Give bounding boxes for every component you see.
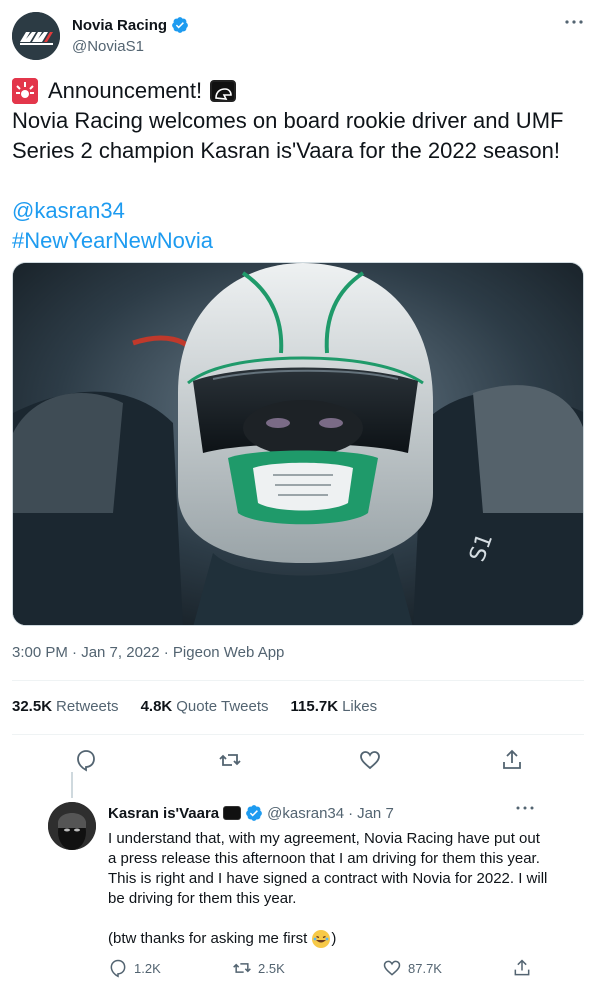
- hashtag-link[interactable]: #NewYearNewNovia: [12, 226, 588, 256]
- share-icon[interactable]: [496, 744, 528, 776]
- tweet-action-bar: [12, 744, 584, 776]
- tweet-text: Announcement! Novia Racing welcomes on b…: [12, 76, 588, 256]
- thread-connector: [71, 772, 73, 798]
- reply-paragraph-2-end: ): [331, 930, 337, 947]
- like-icon[interactable]: [354, 744, 386, 776]
- tweet-line-3: Series 2 champion Kasran is'Vaara for th…: [12, 138, 561, 163]
- quote-tweets-stat[interactable]: 4.8K Quote Tweets: [141, 698, 269, 715]
- reply-retweet-button[interactable]: 2.5K: [232, 958, 285, 978]
- reply-action-bar: 1.2K 2.5K 87.7K: [108, 958, 548, 982]
- reply-author-handle[interactable]: @kasran34: [267, 805, 344, 822]
- tweet-spacer: [12, 166, 588, 196]
- author-avatar[interactable]: [12, 12, 60, 60]
- verified-badge-icon: [246, 805, 263, 821]
- reply-header: Kasran is'Vaara @kasran34 · Jan 7: [108, 804, 394, 822]
- more-icon[interactable]: [562, 14, 586, 30]
- author-name[interactable]: Novia Racing: [72, 16, 189, 34]
- helmet-emoji-icon: [223, 806, 242, 820]
- reply-icon: [110, 959, 126, 978]
- more-icon[interactable]: [514, 801, 536, 818]
- reply-reply-button[interactable]: 1.2K: [108, 958, 161, 978]
- tweet-stats: 32.5K Retweets 4.8K Quote Tweets 115.7K Lik…: [12, 698, 377, 715]
- divider: [12, 680, 584, 681]
- tweet-timestamp[interactable]: 3:00 PM · Jan 7, 2022 · Pigeon Web App: [12, 644, 284, 661]
- siren-emoji-icon: [12, 78, 38, 104]
- announcement-text: Announcement!: [48, 78, 203, 103]
- laughing-emoji-icon: [312, 930, 331, 949]
- mention-link[interactable]: @kasran34: [12, 196, 588, 226]
- helmet-emoji-icon: [210, 80, 237, 102]
- reply-share-button[interactable]: [512, 958, 532, 978]
- retweet-icon: [233, 963, 251, 973]
- divider: [12, 734, 584, 735]
- reply-text: I understand that, with my agreement, No…: [108, 829, 548, 969]
- reply-like-button[interactable]: 87.7K: [382, 958, 442, 978]
- likes-stat[interactable]: 115.7K Likes: [291, 698, 378, 715]
- verified-badge-icon: [172, 17, 188, 33]
- reply-author-name[interactable]: Kasran is'Vaara: [108, 805, 219, 822]
- tweet-media-image[interactable]: S1: [12, 262, 584, 626]
- author-name-text[interactable]: Novia Racing: [72, 17, 167, 34]
- reply-paragraph-2-text: (btw thanks for asking me first: [108, 930, 308, 947]
- share-icon: [514, 959, 530, 976]
- reply-icon[interactable]: [70, 744, 102, 776]
- tweet-line-1: Announcement!: [12, 76, 588, 106]
- like-count: 87.7K: [408, 960, 442, 976]
- reply-paragraph-2: (btw thanks for asking me first ): [108, 929, 548, 949]
- reply-date[interactable]: Jan 7: [357, 805, 394, 822]
- separator-dot: ·: [348, 804, 354, 822]
- reply-author-avatar[interactable]: [48, 802, 96, 850]
- retweet-icon[interactable]: [214, 744, 246, 776]
- retweet-count: 2.5K: [258, 960, 285, 976]
- retweets-stat[interactable]: 32.5K Retweets: [12, 698, 119, 715]
- reply-paragraph-1: I understand that, with my agreement, No…: [108, 830, 548, 907]
- author-handle[interactable]: @NoviaS1: [72, 38, 144, 55]
- reply-count: 1.2K: [134, 960, 161, 976]
- like-icon: [383, 960, 401, 976]
- tweet-line-2: Novia Racing welcomes on board rookie dr…: [12, 108, 564, 133]
